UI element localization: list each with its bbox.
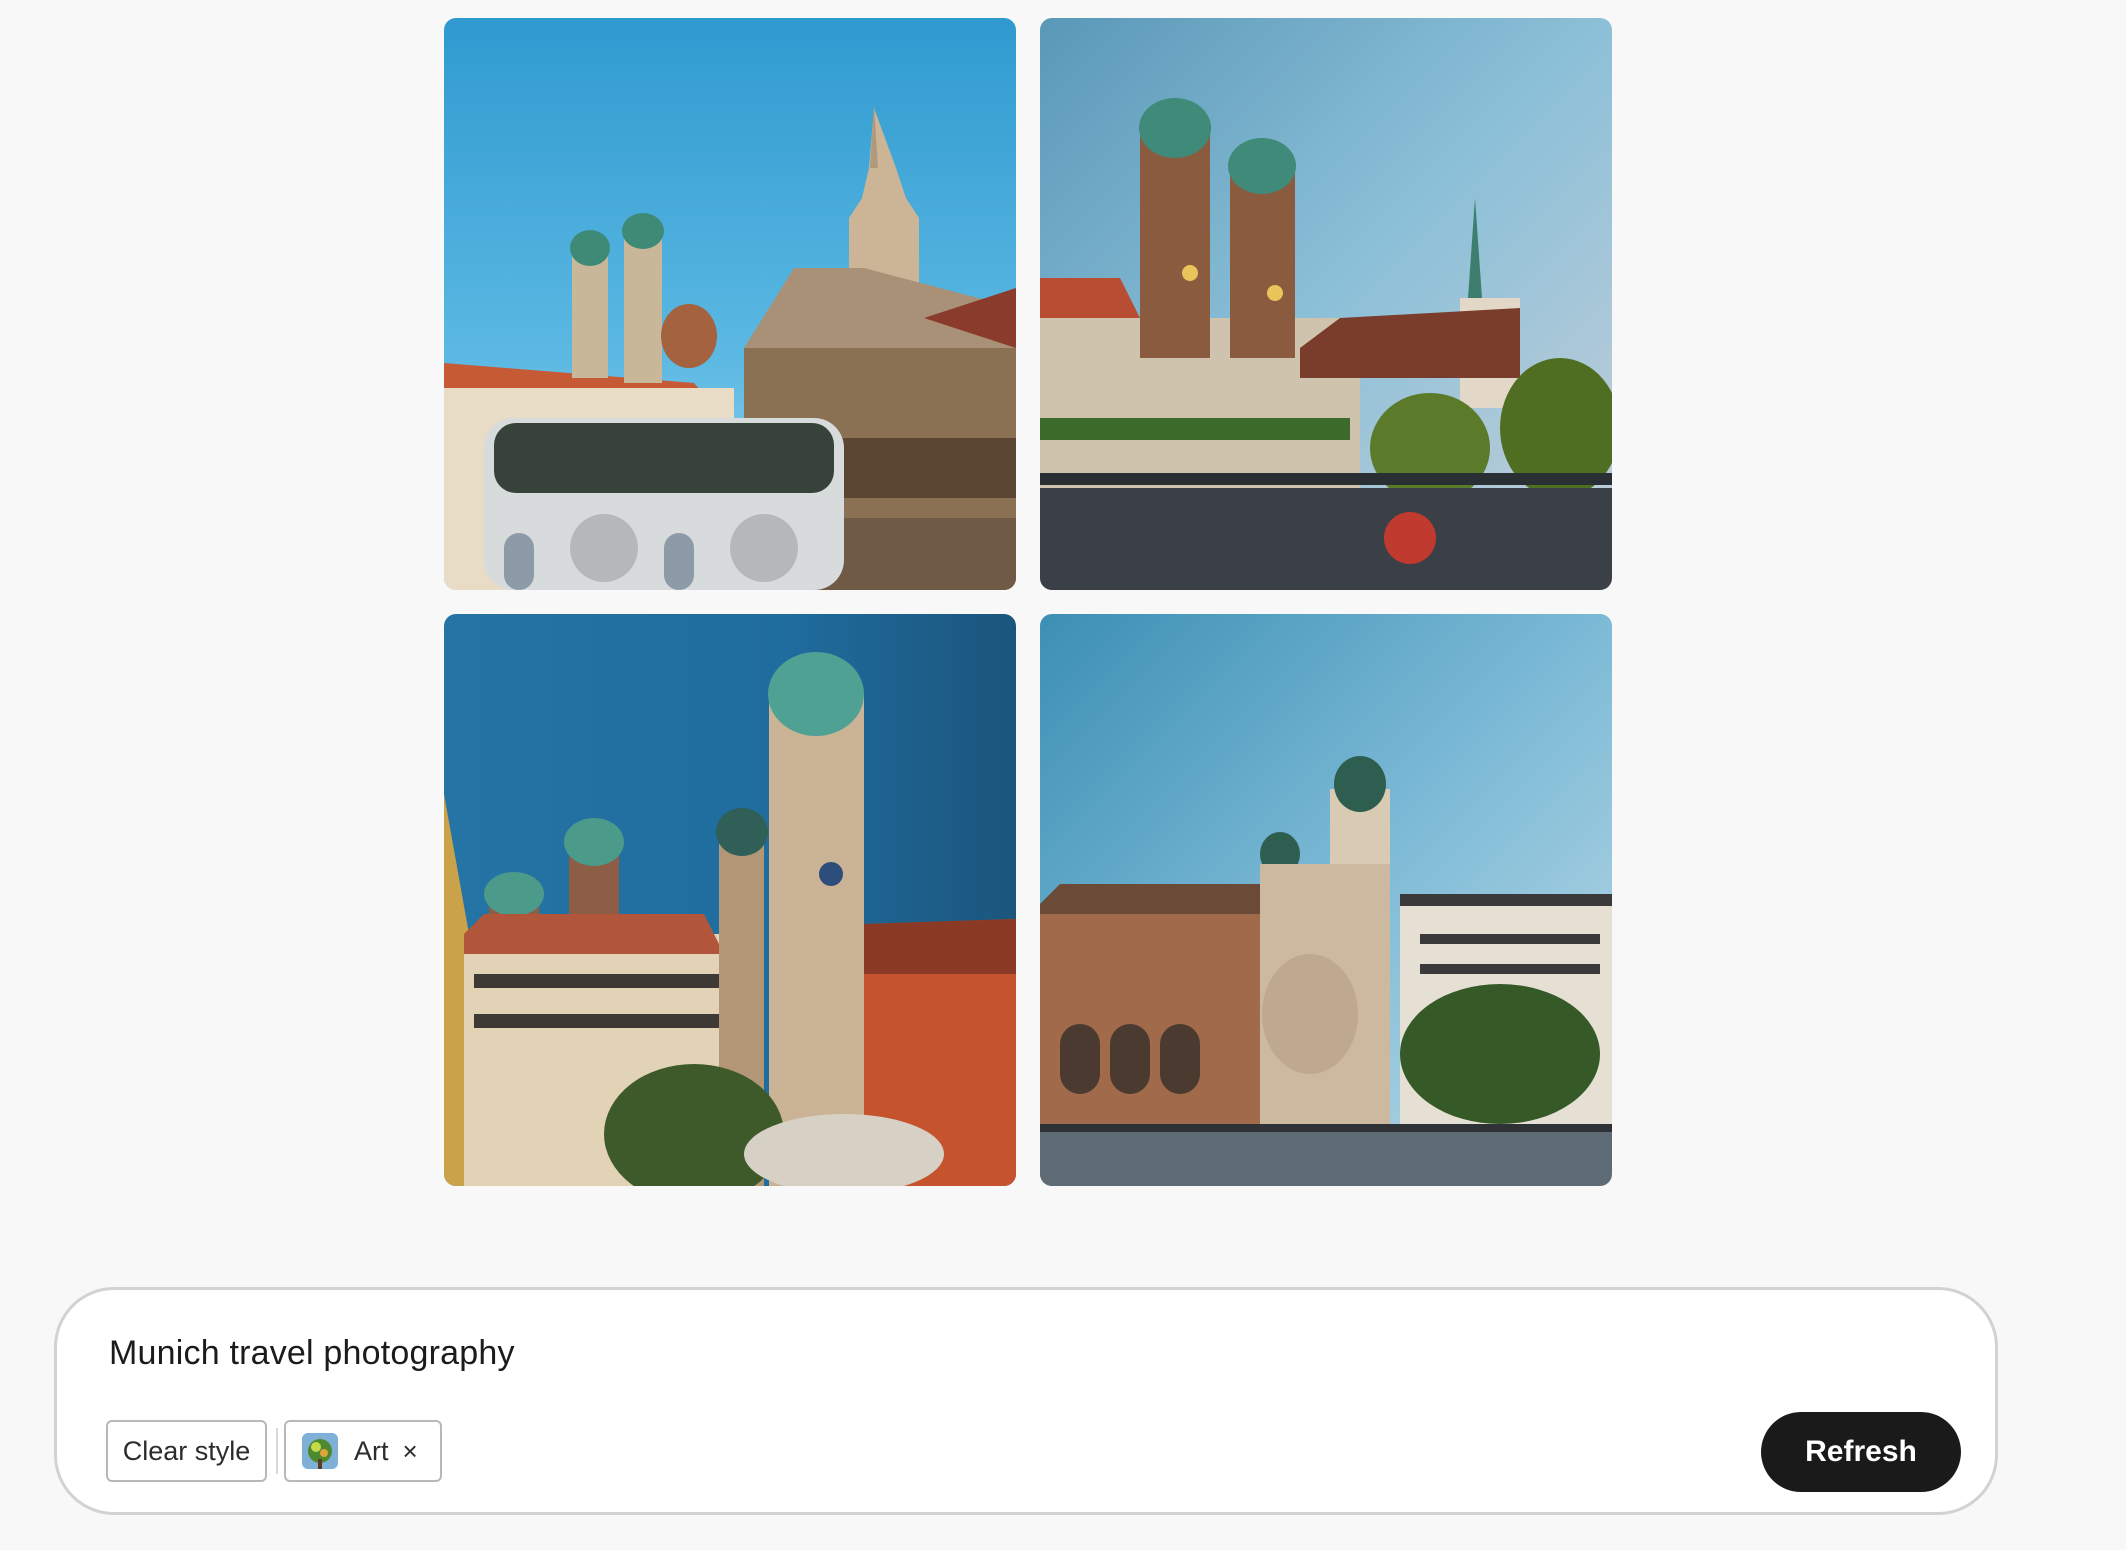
munich-photo-2 (1040, 18, 1612, 590)
clear-style-button[interactable]: Clear style (106, 1420, 267, 1482)
result-image-1[interactable] (444, 18, 1016, 590)
page: Munich travel photography Clear style Ar… (0, 0, 2126, 1550)
munich-photo-1 (444, 18, 1016, 590)
style-chip-art[interactable]: Art × (284, 1420, 442, 1482)
munich-photo-3 (444, 614, 1016, 1186)
refresh-button[interactable]: Refresh (1761, 1412, 1961, 1492)
munich-photo-4 (1040, 614, 1612, 1186)
style-chip-label: Art (354, 1435, 389, 1466)
result-image-4[interactable] (1040, 614, 1612, 1186)
chip-divider (276, 1428, 278, 1474)
prompt-panel: Munich travel photography Clear style Ar… (54, 1287, 1998, 1515)
prompt-input[interactable]: Munich travel photography (109, 1334, 515, 1373)
close-icon[interactable]: × (403, 1438, 418, 1464)
result-image-3[interactable] (444, 614, 1016, 1186)
art-style-thumbnail-icon (302, 1433, 338, 1469)
result-image-2[interactable] (1040, 18, 1612, 590)
